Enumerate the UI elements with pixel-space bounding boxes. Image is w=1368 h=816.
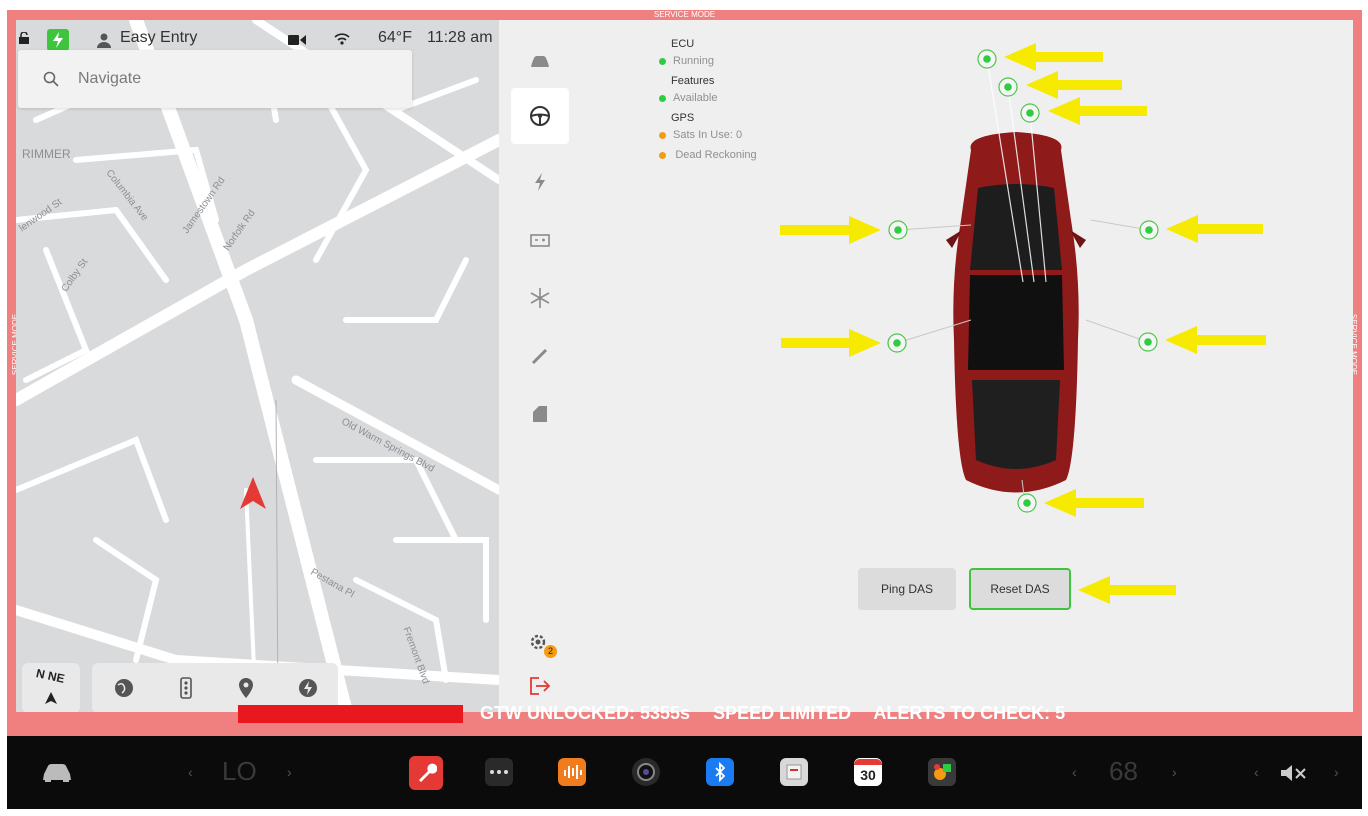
nav-vehicle[interactable] (511, 34, 569, 90)
superchargers-icon[interactable] (296, 676, 320, 700)
right-temp-down[interactable]: ‹ (1072, 764, 1077, 780)
alert-progress-strip (238, 705, 463, 723)
right-temp-readout: 68 (1109, 756, 1138, 786)
nav-tools[interactable] (511, 328, 569, 384)
taskbar: ‹ LO › 30 ‹ 68 › ‹ › (7, 736, 1362, 809)
battery-icon (530, 234, 550, 247)
lock-icon[interactable] (18, 32, 30, 44)
left-temp-readout: LO (222, 756, 257, 786)
clock: 11:28 am (427, 29, 493, 46)
calendar-day: 30 (860, 767, 876, 783)
map-roads (16, 20, 499, 712)
sensor-dot[interactable] (1138, 332, 1158, 352)
location-pin-icon[interactable] (234, 676, 258, 700)
nav-thermal[interactable] (511, 270, 569, 326)
main-screen: RIMMER Columbia Ave Jamestown Rd Norfolk… (16, 20, 1353, 712)
gps-dead: Dead Reckoning (659, 149, 759, 161)
ecu-title: ECU (671, 38, 695, 50)
dashcam-app-icon[interactable] (632, 758, 660, 786)
calendar-app-icon[interactable]: 30 (854, 758, 882, 786)
car-top-view (946, 132, 1086, 493)
nav-closures[interactable] (511, 386, 569, 442)
toybox-app-icon[interactable] (780, 758, 808, 786)
alert-count-badge: 2 (544, 645, 557, 658)
search-input[interactable]: Navigate (78, 70, 141, 88)
vehicle-position-icon (240, 477, 266, 509)
gtw-unlocked-text: GTW UNLOCKED: 5355s (480, 703, 691, 723)
nav-battery[interactable] (511, 212, 569, 268)
map-label: RIMMER (22, 147, 71, 161)
more-apps-icon[interactable] (485, 758, 513, 786)
steering-wheel-icon (530, 106, 550, 126)
camera-icon[interactable] (288, 34, 306, 46)
gps-dead-text: Dead Reckoning (675, 149, 757, 161)
gps-sats: Sats In Use: 0 (659, 129, 769, 141)
right-temp-up[interactable]: › (1172, 764, 1177, 780)
car-icon (531, 56, 549, 67)
features-status: Available (659, 92, 769, 104)
sensor-dot[interactable] (977, 49, 997, 69)
charging-icon[interactable] (47, 29, 69, 51)
bluetooth-icon[interactable] (706, 758, 734, 786)
features-status-text: Available (673, 92, 718, 104)
probe-icon (531, 348, 548, 365)
sensor-dot[interactable] (1017, 493, 1037, 513)
compass-button[interactable]: N NE (22, 663, 80, 712)
ping-das-button[interactable]: Ping DAS (858, 568, 956, 610)
ecu-status-dot (659, 58, 666, 65)
profile-name[interactable]: Easy Entry (120, 29, 197, 47)
volume-down[interactable]: ‹ (1254, 764, 1259, 780)
left-temp-up[interactable]: › (287, 764, 292, 780)
lightning-icon (535, 173, 545, 191)
reset-arrow-annotation (1078, 576, 1176, 604)
sensor-dot[interactable] (887, 333, 907, 353)
service-mode-frame: SERVICE MODE SERVICE MODE SERVICE MODE (7, 10, 1362, 736)
traffic-icon[interactable] (174, 676, 198, 700)
globe-icon[interactable] (112, 676, 136, 700)
navigate-search[interactable]: Navigate (18, 50, 412, 108)
service-nav: 2 (511, 20, 571, 712)
features-title: Features (671, 75, 715, 87)
search-icon (43, 71, 59, 87)
ecu-status: Running (659, 55, 769, 67)
service-mode-label-top: SERVICE MODE (653, 10, 716, 19)
speed-limited-text: SPEED LIMITED (713, 703, 852, 723)
volume-up[interactable]: › (1334, 764, 1339, 780)
sensor-dot[interactable] (1020, 103, 1040, 123)
audio-app-icon[interactable] (558, 758, 586, 786)
diagnostics-status: ECU Running Features Available GPS Sats … (659, 38, 769, 169)
reset-das-button[interactable]: Reset DAS (969, 568, 1071, 610)
gps-dead-dot (659, 152, 666, 159)
sensor-dot[interactable] (998, 77, 1018, 97)
alerts-to-check-text[interactable]: ALERTS TO CHECK: 5 (873, 703, 1065, 723)
ecu-status-text: Running (673, 55, 714, 67)
profile-icon[interactable] (96, 32, 112, 48)
temperature-readout: 64°F (378, 29, 412, 46)
mute-icon[interactable] (1279, 764, 1309, 782)
door-icon (533, 406, 547, 422)
exit-icon (530, 677, 551, 695)
left-temp-down[interactable]: ‹ (188, 764, 193, 780)
sensor-dot[interactable] (888, 220, 908, 240)
map-view[interactable]: RIMMER Columbia Ave Jamestown Rd Norfolk… (16, 20, 499, 712)
gps-sats-dot (659, 132, 666, 139)
nav-steering[interactable] (511, 88, 569, 144)
alert-banner: GTW UNLOCKED: 5355s SPEED LIMITED ALERTS… (480, 703, 1083, 725)
gps-sats-text: Sats In Use: 0 (673, 129, 743, 141)
wifi-icon[interactable] (334, 32, 350, 46)
compass-heading: N NE (34, 666, 66, 686)
arcade-app-icon[interactable] (928, 758, 956, 786)
car-controls-icon[interactable] (41, 762, 73, 782)
das-sensor-diagram (780, 43, 1266, 517)
status-bar: Easy Entry 64°F 11:28 am (16, 20, 499, 52)
features-status-dot (659, 95, 666, 102)
north-arrow-icon (45, 692, 57, 704)
service-app-icon[interactable] (409, 756, 443, 790)
nav-power[interactable] (511, 154, 569, 210)
sensor-dot[interactable] (1139, 220, 1159, 240)
gps-title: GPS (671, 112, 695, 124)
snowflake-icon (530, 288, 550, 308)
